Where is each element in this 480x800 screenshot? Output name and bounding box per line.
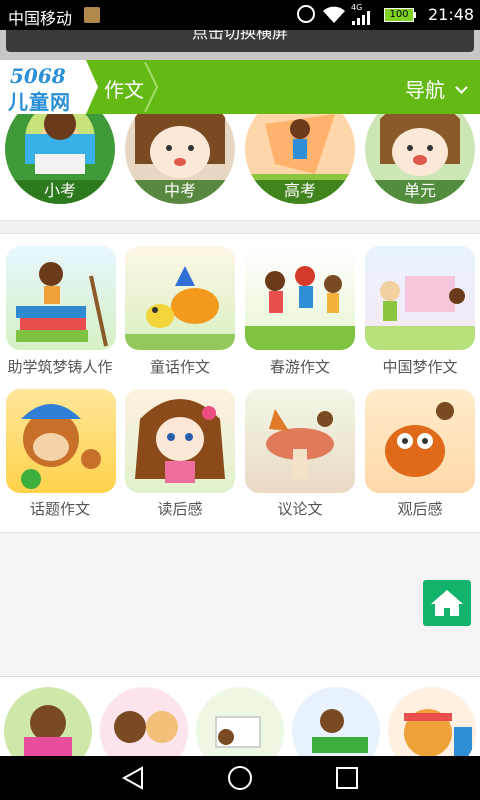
category-label: 高考 <box>245 180 355 204</box>
tile-guanhougan[interactable] <box>365 389 475 493</box>
status-bar: 中国移动 4G 100 21:48 <box>0 0 480 30</box>
tile-label: 童话作文 <box>149 358 210 376</box>
section-divider <box>0 220 480 234</box>
battery-level: 100 <box>384 8 414 22</box>
clock: 21:48 <box>428 5 475 24</box>
kid-writing-illustration <box>215 716 261 748</box>
tile-zhongguomeng[interactable] <box>365 246 475 350</box>
site-logo[interactable]: 5068 儿童网 <box>0 60 86 114</box>
essay-category-grid: 助学筑梦铸人作 童话作文 春游作文 中国梦作文 话题作文 读后感 议论文 观后感 <box>0 234 480 532</box>
category-gaokao[interactable]: 高考 <box>245 114 355 204</box>
kids-playground-illustration <box>365 276 475 350</box>
recommend-strip <box>0 676 480 756</box>
battery-icon <box>414 12 416 18</box>
category-danyuan[interactable]: 单元 <box>365 114 475 204</box>
breadcrumb-current[interactable]: 作文 <box>104 74 144 103</box>
recommend-item[interactable] <box>100 687 188 756</box>
back-icon[interactable] <box>120 766 146 790</box>
rotate-screen-button[interactable]: 点击切换横屏 <box>6 30 474 52</box>
recommend-item[interactable] <box>4 687 92 756</box>
recommend-item[interactable] <box>292 687 380 756</box>
content-spacer <box>0 532 480 676</box>
fox-and-birds-illustration <box>125 266 235 350</box>
sim-icon <box>84 7 100 23</box>
carrier-name: 中国移动 <box>8 9 73 28</box>
girl-on-books-illustration <box>16 262 108 347</box>
logo-arrow <box>86 60 98 114</box>
alarm-icon <box>297 5 315 23</box>
recommend-item[interactable] <box>196 687 284 756</box>
tile-label: 话题作文 <box>29 500 90 518</box>
bear-with-books-illustration <box>404 709 472 756</box>
home-icon <box>431 590 463 616</box>
wifi-icon <box>323 6 345 23</box>
chevron-down-icon <box>455 81 468 94</box>
category-xiaokao[interactable]: 小考 <box>5 114 115 204</box>
monkey-illustration <box>21 404 101 489</box>
logo-text: 儿童网 <box>8 90 71 114</box>
kids-spring-outing-illustration <box>245 266 355 350</box>
tile-label: 议论文 <box>277 500 323 518</box>
fox-on-mushroom-illustration <box>266 409 334 479</box>
tile-tonghua[interactable] <box>125 246 235 350</box>
app-header: 5068 儿童网 作文 导航 <box>0 60 480 114</box>
category-label: 中考 <box>125 180 235 204</box>
tile-label: 读后感 <box>157 500 203 518</box>
girl-flying-illustration <box>312 709 368 753</box>
girl-with-flower-illustration <box>135 399 225 483</box>
square-icon[interactable] <box>335 766 359 790</box>
tile-duhougan[interactable] <box>125 389 235 493</box>
tile-chunyou[interactable] <box>245 246 355 350</box>
two-kids-illustration <box>114 711 178 743</box>
category-label: 小考 <box>5 180 115 204</box>
breadcrumb-chevron-icon <box>144 62 158 112</box>
tile-label: 助学筑梦铸人作 <box>7 358 113 376</box>
nav-menu-button[interactable]: 导航 <box>405 74 445 103</box>
circle-icon[interactable] <box>227 765 253 791</box>
system-nav-bar <box>0 756 480 800</box>
owl-and-boy-illustration <box>385 402 454 477</box>
tile-label: 观后感 <box>397 500 443 518</box>
category-label: 单元 <box>365 180 475 204</box>
tile-zhuxue[interactable] <box>6 246 116 350</box>
exam-category-row: 小考 中考 高考 单元 <box>0 114 480 220</box>
category-zhongkao[interactable]: 中考 <box>125 114 235 204</box>
tile-yilunwen[interactable] <box>245 389 355 493</box>
recommend-item[interactable] <box>388 687 476 756</box>
logo-number: 5068 <box>10 64 66 88</box>
screen: 中国移动 4G 100 21:48 点击切换横屏 5068 儿童网 作文 导航 <box>0 0 480 800</box>
tile-label: 春游作文 <box>269 358 330 376</box>
tile-label: 中国梦作文 <box>382 358 458 376</box>
signal-icon <box>352 11 370 25</box>
tile-huati[interactable] <box>6 389 116 493</box>
home-button[interactable] <box>423 580 471 626</box>
girl-reading-illustration <box>24 705 72 756</box>
